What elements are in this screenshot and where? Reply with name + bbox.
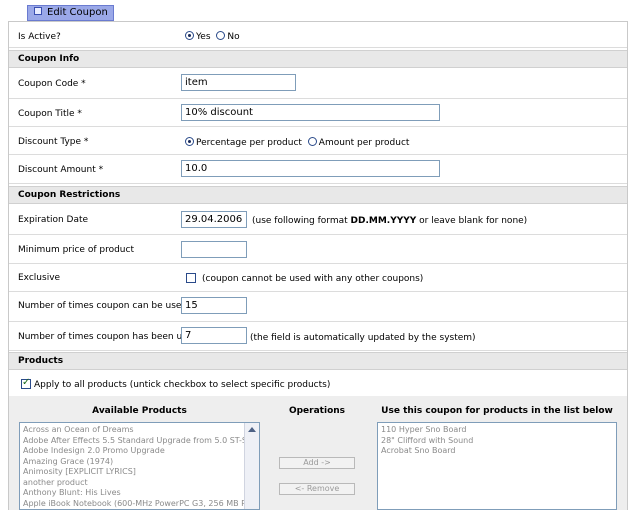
list-item[interactable]: Adobe After Effects 5.5 Standard Upgrade… <box>23 436 256 447</box>
row-expiration-date: Expiration Date 29.04.2006 (use followin… <box>9 204 627 235</box>
exclusive-note: (coupon cannot be used with any other co… <box>202 274 424 284</box>
list-item[interactable]: Adobe Indesign 2.0 Promo Upgrade <box>23 446 256 457</box>
exclusive-checkbox[interactable] <box>186 273 196 283</box>
discount-amount-input[interactable]: 10.0 <box>181 160 440 177</box>
list-item[interactable]: 110 Hyper Sno Board <box>381 425 613 436</box>
list-item[interactable]: Across an Ocean of Dreams <box>23 425 256 436</box>
times-used-input[interactable]: 7 <box>181 327 247 344</box>
list-item[interactable]: Anthony Blunt: His Lives <box>23 488 256 499</box>
tab-label: Edit Coupon <box>47 7 108 18</box>
expiration-date-label: Expiration Date <box>18 215 89 225</box>
list-item[interactable]: 28" Clifford with Sound <box>381 436 613 447</box>
add-button[interactable]: Add -> <box>279 457 355 469</box>
is-active-label: Is Active? <box>18 32 61 42</box>
scroll-up-icon[interactable] <box>248 427 256 432</box>
coupon-title-input[interactable]: 10% discount <box>181 104 440 121</box>
row-discount-type: Discount Type * Percentage per product A… <box>9 127 627 155</box>
active-no-radio[interactable] <box>216 31 226 40</box>
section-coupon-info: Coupon Info <box>9 50 627 68</box>
coupon-code-input[interactable]: item <box>181 74 296 91</box>
tab-edit-coupon[interactable]: Edit Coupon <box>27 5 114 21</box>
row-times-can-be-used: Number of times coupon can be used 15 <box>9 292 627 322</box>
is-active-radio-group: Yes No <box>185 31 243 42</box>
expiration-date-input[interactable]: 29.04.2006 <box>181 211 247 228</box>
edit-icon <box>34 7 42 15</box>
operations-header: Operations <box>288 406 346 416</box>
available-products-list[interactable]: Across an Ocean of Dreams Adobe After Ef… <box>19 422 260 510</box>
list-item[interactable]: another product <box>23 478 256 489</box>
discount-type-label: Discount Type * <box>18 137 89 147</box>
row-exclusive: Exclusive (coupon cannot be used with an… <box>9 264 627 292</box>
amount-label: Amount per product <box>318 138 410 148</box>
coupon-title-label: Coupon Title * <box>18 109 82 119</box>
coupon-code-label: Coupon Code * <box>18 79 86 89</box>
exclusive-label: Exclusive <box>18 273 61 283</box>
list-item[interactable]: Animosity [EXPLICIT LYRICS] <box>23 467 256 478</box>
minimum-price-label: Minimum price of product <box>18 245 134 255</box>
list-item[interactable]: Amazing Grace (1974) <box>23 457 256 468</box>
times-can-be-used-input[interactable]: 15 <box>181 297 247 314</box>
row-is-active: Is Active? Yes No <box>9 26 627 48</box>
active-no-label: No <box>227 32 240 42</box>
apply-all-label: Apply to all products (untick checkbox t… <box>34 380 331 390</box>
apply-all-checkbox[interactable] <box>21 377 31 389</box>
row-minimum-price: Minimum price of product <box>9 235 627 264</box>
tab-bar: Edit Coupon <box>0 0 634 22</box>
times-used-label: Number of times coupon has been used <box>18 332 199 342</box>
percentage-radio[interactable] <box>185 137 194 146</box>
row-coupon-title: Coupon Title * 10% discount <box>9 99 627 127</box>
list-item[interactable]: Apple iBook Notebook (600-MHz PowerPC G3… <box>23 499 256 510</box>
minimum-price-input[interactable] <box>181 241 247 258</box>
remove-button[interactable]: <- Remove <box>279 483 355 495</box>
section-coupon-restrictions: Coupon Restrictions <box>9 186 627 204</box>
section-products: Products <box>9 352 627 370</box>
selected-products-header: Use this coupon for products in the list… <box>381 406 613 416</box>
amount-radio[interactable] <box>307 137 317 146</box>
expiration-format-note: (use following format DD.MM.YYYY or leav… <box>252 216 528 226</box>
percentage-label: Percentage per product <box>196 138 302 148</box>
times-used-note: (the field is automatically updated by t… <box>250 333 476 343</box>
active-yes-label: Yes <box>196 32 211 42</box>
times-can-be-used-label: Number of times coupon can be used <box>18 301 188 311</box>
available-list-scrollbar[interactable] <box>244 423 259 509</box>
discount-amount-label: Discount Amount * <box>18 165 104 175</box>
row-discount-amount: Discount Amount * 10.0 <box>9 155 627 184</box>
available-products-header: Available Products <box>92 406 187 416</box>
active-yes-radio[interactable] <box>185 31 194 40</box>
row-times-used: Number of times coupon has been used 7 (… <box>9 322 627 351</box>
list-item[interactable]: Acrobat Sno Board <box>381 446 613 457</box>
discount-type-radio-group: Percentage per product Amount per produc… <box>185 137 412 148</box>
selected-products-list[interactable]: 110 Hyper Sno Board 28" Clifford with So… <box>377 422 617 510</box>
row-coupon-code: Coupon Code * item <box>9 69 627 99</box>
